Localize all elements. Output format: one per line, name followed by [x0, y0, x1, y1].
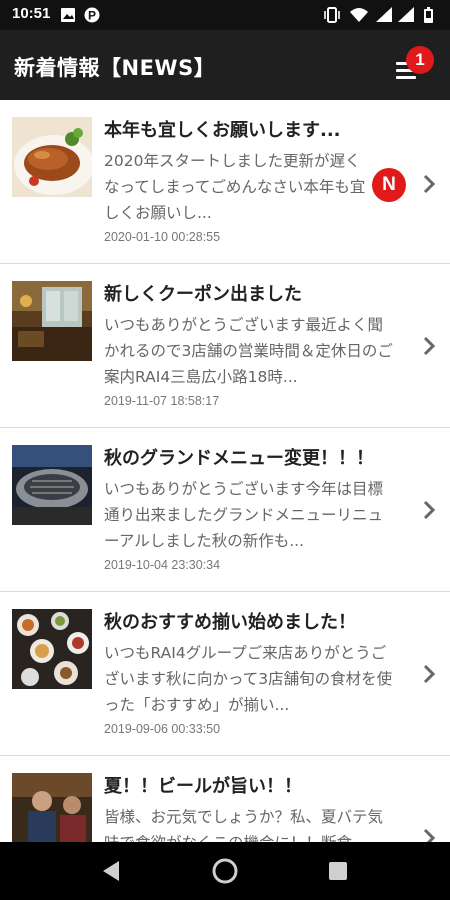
navigation-bar: [0, 842, 450, 900]
svg-text:P: P: [88, 9, 96, 23]
news-item[interactable]: 秋のおすすめ揃い始めました！ いつもRAI4グループご来店ありがとうございます秋…: [0, 592, 450, 756]
app-bar: 新着情報【NEWS】 1: [0, 30, 450, 100]
steak-dish-image: [12, 117, 92, 197]
notification-badge: 1: [406, 46, 434, 74]
status-time: 10:51: [12, 5, 51, 22]
news-excerpt: いつもRAI4グループご来店ありがとうございます秋に向かって3店舗旬の食材を使っ…: [104, 644, 393, 714]
news-item[interactable]: 新しくクーポン出ました いつもありがとうございます最近よく聞かれるので3店舗の営…: [0, 264, 450, 428]
home-icon[interactable]: [210, 856, 240, 886]
restaurant-interior-image: [12, 281, 92, 361]
news-list[interactable]: 本年も宜しくお願いします... 2020年スタートしました更新が遅くなってしまっ…: [0, 100, 450, 842]
menu-button[interactable]: 1: [390, 46, 436, 86]
battery-icon: [424, 7, 433, 23]
news-title: 夏！！ビールが旨い！！: [104, 776, 302, 797]
news-date: 2019-09-06 00:33:50: [104, 722, 221, 736]
signal-icon: [376, 7, 414, 22]
people-bar-image: [12, 773, 92, 842]
news-title: 新しくクーポン出ました: [104, 284, 302, 305]
news-item[interactable]: 本年も宜しくお願いします... 2020年スタートしました更新が遅くなってしまっ…: [0, 100, 450, 264]
news-excerpt: いつもありがとうございます最近よく聞かれるので3店舗の営業時間＆定休日のご案内R…: [104, 316, 393, 386]
status-bar: 10:51 P: [0, 0, 450, 30]
news-title: 秋のグランドメニュー変更！！！: [104, 448, 374, 469]
grilled-dish-image: [12, 445, 92, 525]
news-item[interactable]: 秋のグランドメニュー変更！！！ いつもありがとうございます今年は目標通り出来まし…: [0, 428, 450, 592]
news-excerpt: いつもありがとうございます今年は目標通り出来ましたグランドメニューリニューアルし…: [104, 480, 384, 550]
chevron-right-icon[interactable]: [422, 827, 436, 842]
wifi-icon: [350, 8, 368, 22]
chevron-right-icon[interactable]: [422, 173, 436, 195]
news-item[interactable]: 夏！！ビールが旨い！！ 皆様、お元気でしょうか？私、夏バテ気味で食欲がなくこの機…: [0, 756, 450, 842]
page-title: 新着情報【NEWS】: [14, 56, 216, 80]
news-date: 2019-10-04 23:30:34: [104, 558, 221, 572]
image-icon: [61, 8, 75, 22]
recents-icon[interactable]: [323, 856, 353, 886]
chevron-right-icon[interactable]: [422, 663, 436, 685]
status-icons: [324, 7, 433, 23]
chevron-right-icon[interactable]: [422, 499, 436, 521]
news-title: 本年も宜しくお願いします...: [104, 120, 341, 141]
new-badge: N: [372, 168, 406, 202]
news-date: 2019-11-07 18:58:17: [104, 394, 220, 408]
food-spread-image: [12, 609, 92, 689]
news-title: 秋のおすすめ揃い始めました！: [104, 612, 356, 633]
news-date: 2020-01-10 00:28:55: [104, 230, 221, 244]
news-excerpt: 2020年スタートしました更新が遅くなってしまってごめんなさい本年も宜しくお願い…: [104, 152, 366, 222]
parking-icon: P: [84, 7, 100, 23]
vibrate-icon: [324, 7, 340, 23]
chevron-right-icon[interactable]: [422, 335, 436, 357]
back-icon[interactable]: [97, 856, 127, 886]
news-excerpt: 皆様、お元気でしょうか？私、夏バテ気味で食欲がなくこの機会に！！断食...: [104, 808, 384, 842]
